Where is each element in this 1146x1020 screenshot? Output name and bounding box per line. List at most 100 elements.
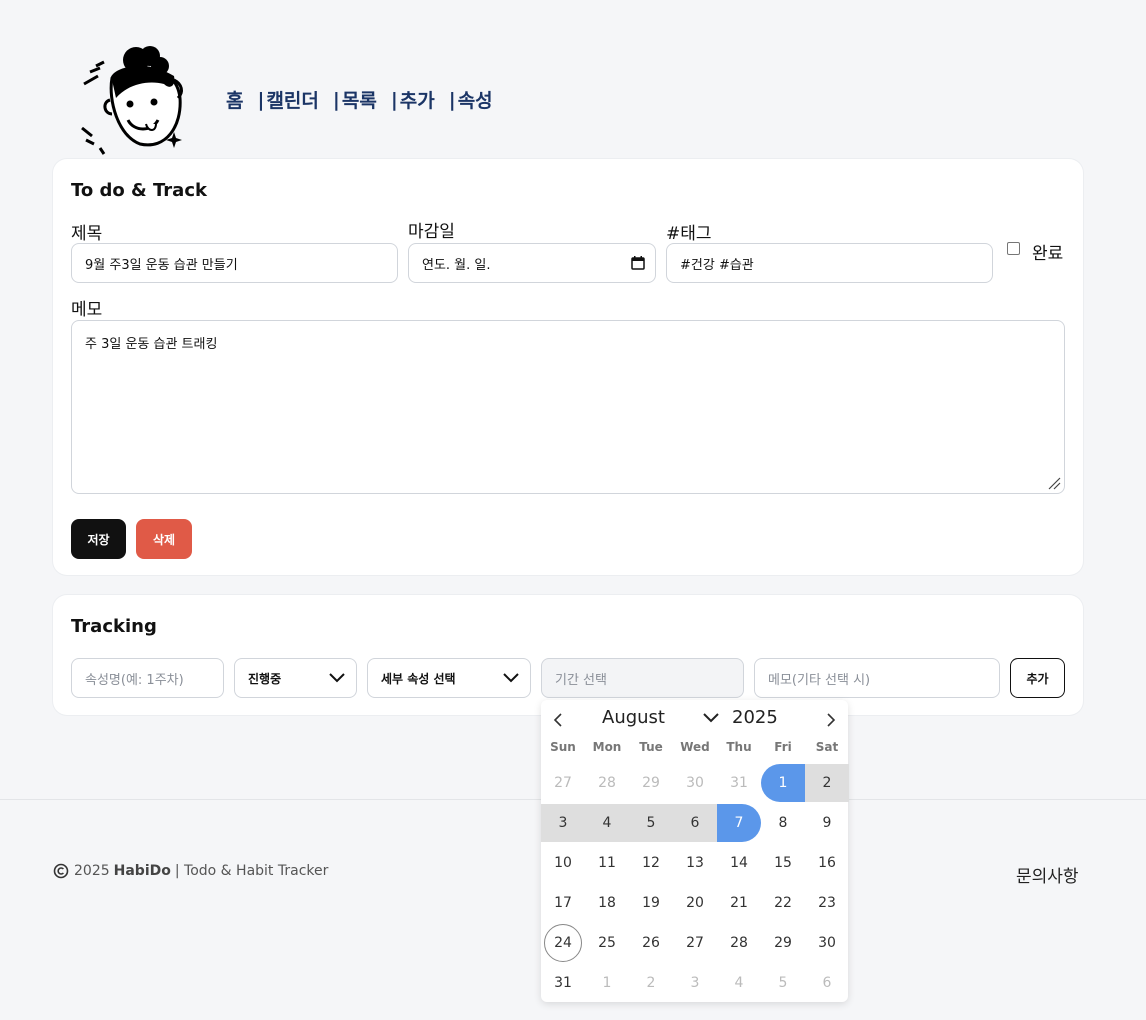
calendar-day[interactable]: 6: [673, 804, 717, 842]
calendar-day[interactable]: 7: [717, 804, 761, 842]
nav-separator: |: [448, 88, 456, 111]
status-value: 진행중: [248, 671, 282, 686]
calendar-day[interactable]: 31: [541, 964, 585, 1002]
resize-handle-icon[interactable]: [1047, 476, 1061, 490]
memo-textarea[interactable]: 주 3일 운동 습관 트래킹: [71, 320, 1065, 494]
tracking-memo-placeholder: 메모(기타 선택 시): [768, 672, 871, 688]
year-input[interactable]: 2025: [732, 707, 778, 728]
delete-button[interactable]: 삭제: [136, 519, 192, 559]
weekday-label: Wed: [680, 740, 710, 754]
calendar-day[interactable]: 14: [717, 844, 761, 882]
date-range-picker: August 2025 Sun Mon Tue Wed Thu Fri Sat 27 28 29…: [541, 700, 849, 1002]
calendar-day[interactable]: 5: [629, 804, 673, 842]
weekday-label: Fri: [774, 740, 792, 754]
calendar-day[interactable]: 23: [805, 884, 849, 922]
calendar-day[interactable]: 17: [541, 884, 585, 922]
property-name-input[interactable]: 속성명(예: 1주차): [71, 658, 224, 698]
calendar-day[interactable]: 15: [761, 844, 805, 882]
status-select[interactable]: 진행중: [234, 658, 357, 698]
calendar-day[interactable]: 26: [629, 924, 673, 962]
calendar-day[interactable]: 10: [541, 844, 585, 882]
todo-card: To do & Track 제목 9월 주3일 운동 습관 만들기 마감일 연도…: [53, 159, 1083, 575]
memo-value: 주 3일 운동 습관 트래킹: [85, 337, 218, 352]
calendar-day[interactable]: 1: [761, 764, 805, 802]
calendar-day[interactable]: 25: [585, 924, 629, 962]
tracking-add-button[interactable]: 추가: [1010, 658, 1065, 698]
calendar-day[interactable]: 2: [629, 964, 673, 1002]
calendar-day[interactable]: 24: [541, 924, 585, 962]
calendar-day[interactable]: 27: [673, 924, 717, 962]
calendar-day[interactable]: 13: [673, 844, 717, 882]
calendar-day[interactable]: 28: [585, 764, 629, 802]
calendar-day[interactable]: 30: [805, 924, 849, 962]
calendar-day[interactable]: 16: [805, 844, 849, 882]
month-select[interactable]: August: [602, 707, 665, 728]
calendar-day[interactable]: 27: [541, 764, 585, 802]
calendar-day[interactable]: 22: [761, 884, 805, 922]
due-label: 마감일: [408, 222, 455, 242]
tag-value: #건강 #습관: [680, 257, 754, 273]
calendar-icon[interactable]: [631, 256, 645, 270]
next-month-icon[interactable]: [826, 713, 836, 727]
calendar-day[interactable]: 1: [585, 964, 629, 1002]
calendar-day[interactable]: 8: [761, 804, 805, 842]
copyright-icon: [53, 863, 69, 879]
save-button[interactable]: 저장: [71, 519, 126, 559]
nav-home[interactable]: 홈: [226, 86, 243, 113]
footer-copyright: 2025 HabiDo | Todo & Habit Tracker: [53, 863, 328, 879]
nav-add[interactable]: 추가: [400, 86, 435, 113]
memo-label: 메모: [71, 300, 103, 320]
calendar-day[interactable]: 4: [717, 964, 761, 1002]
done-checkbox[interactable]: [1007, 242, 1020, 255]
footer-year: 2025: [74, 863, 110, 879]
done-label: 완료: [1032, 244, 1064, 264]
due-placeholder: 연도. 월. 일.: [422, 257, 491, 273]
calendar-day[interactable]: 30: [673, 764, 717, 802]
calendar-day[interactable]: 28: [717, 924, 761, 962]
calendar-day[interactable]: 29: [761, 924, 805, 962]
contact-link[interactable]: 문의사항: [1016, 862, 1079, 887]
calendar-day[interactable]: 4: [585, 804, 629, 842]
period-input[interactable]: 기간 선택: [541, 658, 744, 698]
nav-property[interactable]: 속성: [458, 86, 493, 113]
nav-calendar[interactable]: 캘린더: [266, 86, 318, 113]
subject-label: 제목: [71, 224, 103, 244]
chevron-down-icon: [329, 673, 345, 683]
datepicker-header: August 2025: [541, 700, 848, 738]
calendar-day[interactable]: 31: [717, 764, 761, 802]
subject-value: 9월 주3일 운동 습관 만들기: [85, 257, 238, 273]
prev-month-icon[interactable]: [553, 713, 563, 727]
calendar-day[interactable]: 2: [805, 764, 849, 802]
footer-brand: HabiDo: [113, 863, 171, 879]
chevron-down-icon[interactable]: [702, 712, 720, 724]
habido-logo: [81, 46, 183, 155]
calendar-day[interactable]: 3: [673, 964, 717, 1002]
tag-label: #태그: [666, 224, 712, 244]
nav-separator: |: [390, 88, 398, 111]
calendar-day[interactable]: 3: [541, 804, 585, 842]
detail-property-value: 세부 속성 선택: [381, 671, 456, 686]
calendar-day[interactable]: 5: [761, 964, 805, 1002]
calendar-day[interactable]: 29: [629, 764, 673, 802]
calendar-day[interactable]: 20: [673, 884, 717, 922]
tracking-memo-input[interactable]: 메모(기타 선택 시): [754, 658, 1000, 698]
chevron-down-icon: [503, 673, 519, 683]
calendar-day[interactable]: 12: [629, 844, 673, 882]
due-date-input[interactable]: 연도. 월. 일.: [408, 243, 656, 283]
calendar-day[interactable]: 18: [585, 884, 629, 922]
tag-input[interactable]: #건강 #습관: [666, 243, 993, 283]
main-nav: 홈 | 캘린더 | 목록 | 추가 | 속성: [226, 86, 507, 113]
todo-card-title: To do & Track: [71, 180, 207, 201]
nav-list[interactable]: 목록: [342, 86, 377, 113]
calendar-day[interactable]: 21: [717, 884, 761, 922]
calendar-day[interactable]: 6: [805, 964, 849, 1002]
calendar-day[interactable]: 19: [629, 884, 673, 922]
subject-input[interactable]: 9월 주3일 운동 습관 만들기: [71, 243, 398, 283]
tracking-card-title: Tracking: [71, 616, 157, 637]
weekday-label: Thu: [726, 740, 752, 754]
detail-property-select[interactable]: 세부 속성 선택: [367, 658, 531, 698]
nav-separator: |: [332, 88, 340, 111]
weekday-label: Sun: [550, 740, 576, 754]
calendar-day[interactable]: 9: [805, 804, 849, 842]
calendar-day[interactable]: 11: [585, 844, 629, 882]
